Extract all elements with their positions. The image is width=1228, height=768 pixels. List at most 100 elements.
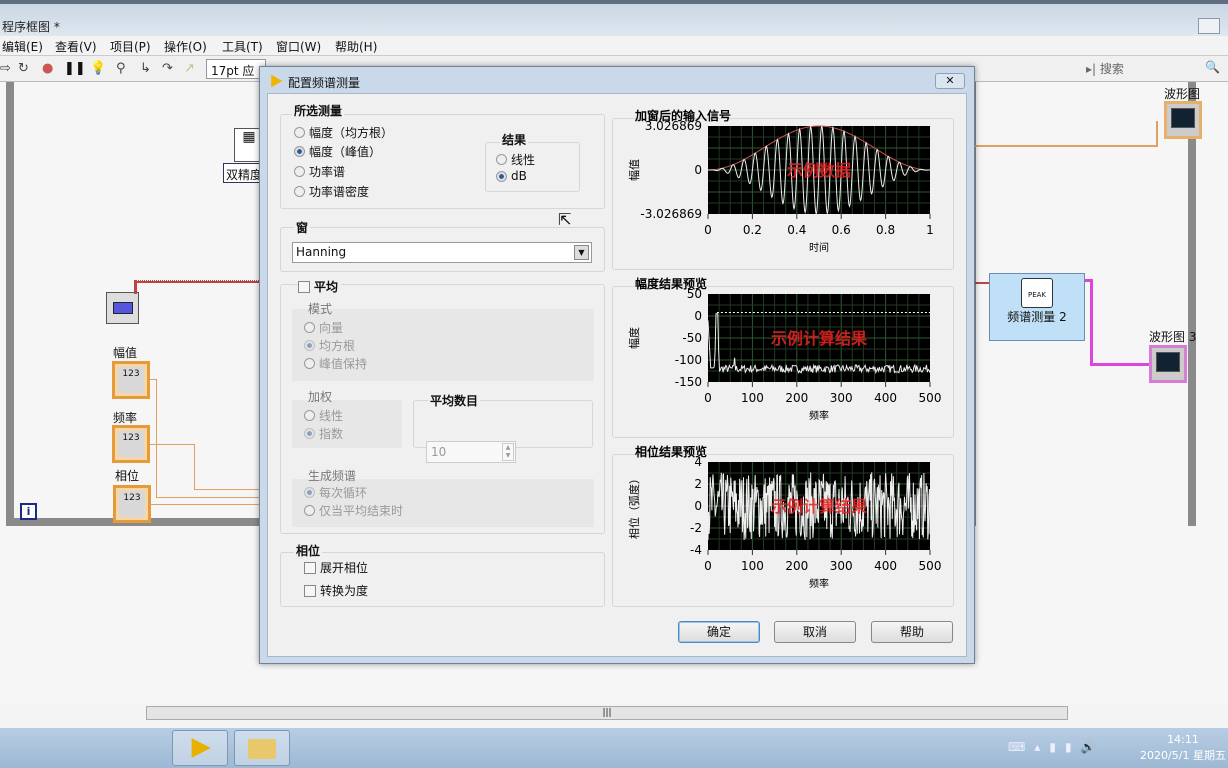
radio-linear[interactable]: 线性 [496,151,535,168]
search-icon[interactable]: 🔍 [1205,60,1220,74]
averaging-checkbox[interactable]: 平均 [298,278,342,295]
radio-label: 每次循环 [319,486,368,500]
menu-operate[interactable]: 操作(O) [164,38,207,55]
avg-count-title: 平均数目 [428,392,481,409]
x-tick-label: 1 [926,223,934,237]
menu-window[interactable]: 窗口(W) [276,38,321,55]
dialog-title: 配置频谱测量 [288,76,361,90]
frequency-control[interactable]: 123 [112,425,150,463]
watermark: 示例数据 [787,161,851,180]
graph-label: 波形图 3 [1149,330,1197,344]
menu-help[interactable]: 帮助(H) [335,38,377,55]
abort-icon[interactable]: ● [42,61,53,76]
loop-iteration-terminal[interactable]: i [20,503,37,520]
cancel-button[interactable]: 取消 [774,621,856,643]
window-title: 窗 [294,219,311,236]
waveform-wire [134,280,137,294]
radio-power-spectrum[interactable]: 功率谱 [294,163,345,180]
radio-peak-hold[interactable]: 峰值保持 [304,355,367,372]
x-tick-label: 200 [785,391,808,405]
wire [150,504,260,505]
y-tick-label: 3.026869 [645,119,702,133]
waveform-generator-icon[interactable] [106,292,139,324]
radio-magnitude-rms[interactable]: 幅度（均方根） [294,124,393,141]
menu-edit[interactable]: 编辑(E) [2,38,43,55]
y-axis-label: 相位（弧度） [627,473,641,539]
step-into-icon[interactable]: ↳ [140,61,151,76]
magnitude-preview-chart: 幅度结果预览0 100 200 300 400 500500-50-100-150频率幅度… [627,276,941,422]
retain-wire-icon[interactable]: ⚲ [116,61,126,76]
y-axis-label: 幅值 [628,159,641,181]
radio-db[interactable]: dB [496,169,527,183]
waveform-graph-terminal[interactable] [1164,101,1202,139]
radio-label: 幅度（均方根） [309,126,394,140]
wire [1090,363,1150,366]
window-titlebar: 程序框图 * [0,0,1228,36]
mode-title: 模式 [308,302,333,316]
x-axis-label: 频率 [809,409,829,422]
radio-magnitude-peak[interactable]: 幅度（峰值） [294,143,381,160]
wire [194,444,195,490]
convert-degrees-checkbox[interactable]: 转换为度 [304,582,368,599]
control-label-frequency: 频率 [113,411,138,425]
horizontal-scrollbar[interactable]: ||| [146,706,1068,720]
pause-icon[interactable]: ❚❚ [64,61,86,76]
y-tick-label: 50 [687,287,702,301]
spinner-arrows-icon[interactable]: ▲ ▼ [502,443,514,461]
help-button[interactable]: 帮助 [871,621,953,643]
window-title: 程序框图 * [2,20,60,34]
y-tick-label: 0 [694,163,702,177]
mouse-cursor-icon: ⇱ [558,210,572,229]
radio-psd[interactable]: 功率谱密度 [294,183,369,200]
control-label-amplitude: 幅值 [113,346,138,360]
run-arrow-icon[interactable]: ⇨ [0,61,11,76]
font-select[interactable]: 17pt 应用 [206,59,266,95]
chevron-down-icon[interactable]: ▼ [574,245,589,260]
y-tick-label: -3.026869 [640,207,702,221]
x-tick-label: 0.8 [876,223,895,237]
minimize-button[interactable] [1198,18,1220,34]
taskbar-explorer[interactable] [234,730,290,766]
radio-weight-linear[interactable]: 线性 [304,407,343,424]
radio-vector[interactable]: 向量 [304,319,343,336]
avg-count-input[interactable]: 10 ▲ ▼ [426,441,516,463]
radio-rms[interactable]: 均方根 [304,337,355,354]
phase-control[interactable]: 123 [113,485,151,523]
labview-icon [271,74,283,88]
phase-preview-chart: 相位结果预览0 100 200 300 400 500420-2-4频率相位（弧度） 示例计… [627,444,941,590]
menu-tools[interactable]: 工具(T) [222,38,263,55]
taskbar-labview[interactable] [172,730,228,766]
wire [156,379,157,497]
node-label: 双精度 [223,163,263,183]
phase-title: 相位 [294,542,323,559]
waveform-graph-3-terminal[interactable] [1149,345,1187,383]
window-select[interactable]: Hanning ▼ [292,242,592,263]
unwrap-phase-checkbox[interactable]: 展开相位 [304,559,368,576]
amplitude-control[interactable]: 123 [112,361,150,399]
search-placeholder: 搜索 [1099,62,1124,76]
radio-label: 功率谱密度 [309,185,370,199]
menu-view[interactable]: 查看(V) [55,38,97,55]
clock[interactable]: 14:11 2020/5/1 星期五 [1138,732,1228,764]
y-tick-label: -2 [690,521,702,535]
ok-button[interactable]: 确定 [678,621,760,643]
close-button[interactable]: ✕ [935,73,965,89]
radio-when-done[interactable]: 仅当平均结束时 [304,502,403,519]
highlight-bulb-icon[interactable]: 💡 [90,61,106,76]
generate-spectrum-title: 生成频谱 [308,469,357,483]
step-out-icon[interactable]: ↗ [184,61,195,76]
weighting-title: 加权 [308,390,333,404]
wire [1156,121,1158,147]
y-tick-label: 4 [694,455,702,469]
while-loop-right-edge [1188,82,1196,526]
x-axis-label: 时间 [809,241,829,254]
search-input[interactable]: ▸| 搜索 🔍 [1086,60,1226,77]
system-tray-icons[interactable]: ⌨▴▮▮🔊 [1008,740,1105,754]
step-over-icon[interactable]: ↷ [162,61,173,76]
radio-every-iteration[interactable]: 每次循环 [304,484,367,501]
run-continuous-icon[interactable]: ↻ [18,61,29,76]
menu-project[interactable]: 项目(P) [110,38,151,55]
radio-weight-exponential[interactable]: 指数 [304,425,343,442]
spectral-measurements-express-vi[interactable]: PEAK 频谱测量 2 [989,273,1085,341]
y-tick-label: -4 [690,543,702,557]
